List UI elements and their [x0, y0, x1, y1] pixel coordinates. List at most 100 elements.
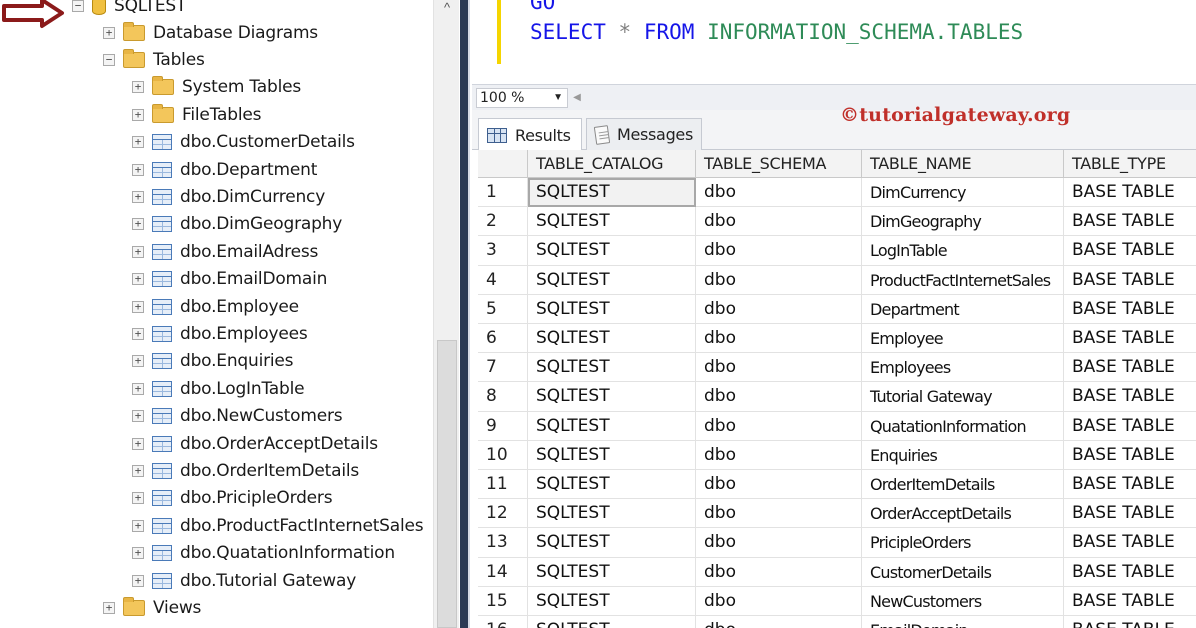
grid-cell[interactable]: SQLTEST [528, 557, 696, 587]
tree-node[interactable]: + FileTables [132, 101, 261, 128]
grid-cell[interactable]: SQLTEST [528, 236, 696, 266]
grid-cell[interactable]: EmailDomain [862, 616, 1064, 628]
tree-node[interactable]: + dbo.Tutorial Gateway [132, 567, 356, 594]
tree-node[interactable]: + System Tables [132, 74, 301, 101]
column-header[interactable]: TABLE_TYPE [1064, 150, 1196, 178]
expand-toggle-icon[interactable]: + [132, 136, 144, 149]
row-header[interactable]: 10 [478, 440, 528, 470]
expand-toggle-icon[interactable]: + [132, 190, 144, 203]
grid-cell[interactable]: SQLTEST [528, 470, 696, 500]
grid-cell[interactable]: SQLTEST [528, 499, 696, 529]
grid-cell[interactable]: DimGeography [862, 207, 1064, 237]
grid-cell[interactable]: NewCustomers [862, 586, 1064, 616]
row-header[interactable]: 12 [478, 499, 528, 529]
expand-toggle-icon[interactable]: + [132, 81, 144, 94]
tree-node[interactable]: − Tables [103, 46, 205, 73]
grid-cell[interactable]: BASE TABLE [1064, 236, 1196, 266]
tree-node[interactable]: + dbo.PricipleOrders [132, 485, 333, 512]
expand-toggle-icon[interactable]: + [132, 218, 144, 231]
row-header[interactable]: 14 [478, 557, 528, 587]
tree-scrollbar[interactable]: ^ [433, 0, 459, 628]
grid-cell[interactable]: dbo [696, 557, 862, 587]
zoom-dropdown[interactable]: 100 % ▼ [476, 88, 568, 108]
row-header[interactable]: 5 [478, 294, 528, 324]
scroll-left-icon[interactable]: ◀ [570, 88, 584, 108]
grid-cell[interactable]: dbo [696, 411, 862, 441]
grid-cell[interactable]: SQLTEST [528, 440, 696, 470]
grid-cell[interactable]: dbo [696, 294, 862, 324]
grid-cell[interactable]: OrderItemDetails [862, 470, 1064, 500]
expand-toggle-icon[interactable]: + [132, 355, 144, 368]
column-header[interactable]: TABLE_SCHEMA [696, 150, 862, 178]
row-header[interactable]: 9 [478, 411, 528, 441]
results-grid[interactable]: TABLE_CATALOG TABLE_SCHEMA TABLE_NAME TABLE… [478, 150, 1196, 628]
tree-node[interactable]: + dbo.Employees [132, 320, 308, 347]
grid-cell[interactable]: BASE TABLE [1064, 178, 1196, 208]
tree-node[interactable]: + dbo.LogInTable [132, 375, 305, 402]
tree-node[interactable]: + dbo.CustomerDetails [132, 129, 355, 156]
grid-cell[interactable]: SQLTEST [528, 265, 696, 295]
row-header[interactable]: 8 [478, 382, 528, 412]
tree-node[interactable]: + dbo.EmailAdress [132, 238, 318, 265]
tree-node[interactable]: + dbo.Employee [132, 293, 299, 320]
tree-node[interactable]: + dbo.ProductFactInternetSales [132, 512, 424, 539]
grid-cell[interactable]: BASE TABLE [1064, 470, 1196, 500]
grid-cell[interactable]: dbo [696, 440, 862, 470]
grid-cell[interactable]: SQLTEST [528, 207, 696, 237]
expand-toggle-icon[interactable]: + [132, 300, 144, 313]
query-editor[interactable]: GO SELECT * FROM INFORMATION_SCHEMA.TABL… [472, 0, 1196, 84]
tree-node[interactable]: + dbo.OrderAcceptDetails [132, 430, 378, 457]
tree-node[interactable]: + dbo.Enquiries [132, 348, 294, 375]
collapse-toggle-icon[interactable]: − [103, 53, 115, 66]
row-header[interactable]: 2 [478, 207, 528, 237]
pane-splitter[interactable] [460, 0, 470, 628]
grid-cell[interactable]: ProductFactInternetSales [862, 265, 1064, 295]
scrollbar-thumb[interactable] [437, 340, 457, 628]
tree-node[interactable]: + dbo.NewCustomers [132, 403, 343, 430]
expand-toggle-icon[interactable]: + [103, 26, 115, 39]
expand-toggle-icon[interactable]: + [132, 245, 144, 258]
tab-results[interactable]: Results [478, 118, 582, 151]
tree-node[interactable]: + dbo.QuatationInformation [132, 540, 395, 567]
grid-cell[interactable]: SQLTEST [528, 178, 696, 208]
grid-cell[interactable]: Employees [862, 353, 1064, 383]
expand-toggle-icon[interactable]: + [132, 327, 144, 340]
grid-cell[interactable]: BASE TABLE [1064, 616, 1196, 628]
grid-cell[interactable]: BASE TABLE [1064, 382, 1196, 412]
tree-node[interactable]: + Database Diagrams [103, 19, 318, 46]
column-header[interactable]: TABLE_CATALOG [528, 150, 696, 178]
column-header[interactable]: TABLE_NAME [862, 150, 1064, 178]
grid-cell[interactable]: dbo [696, 528, 862, 558]
grid-cell[interactable]: SQLTEST [528, 382, 696, 412]
expand-toggle-icon[interactable]: + [132, 410, 144, 423]
row-header[interactable]: 4 [478, 265, 528, 295]
expand-toggle-icon[interactable]: + [132, 547, 144, 560]
grid-cell[interactable]: SQLTEST [528, 586, 696, 616]
grid-cell[interactable]: BASE TABLE [1064, 412, 1196, 441]
grid-cell[interactable]: dbo [696, 616, 862, 628]
expand-toggle-icon[interactable]: + [103, 601, 115, 614]
grid-cell[interactable]: CustomerDetails [862, 557, 1064, 587]
grid-cell[interactable]: BASE TABLE [1064, 528, 1196, 558]
grid-cell[interactable]: QuatationInformation [862, 411, 1064, 441]
tree-node[interactable]: + dbo.OrderItemDetails [132, 457, 359, 484]
row-header[interactable]: 1 [478, 178, 528, 208]
expand-toggle-icon[interactable]: + [132, 108, 144, 121]
tree-node[interactable]: + dbo.Department [132, 156, 317, 183]
grid-cell[interactable]: Employee [862, 324, 1064, 354]
tree-node[interactable]: + dbo.EmailDomain [132, 266, 327, 293]
grid-cell[interactable]: DimCurrency [862, 178, 1064, 208]
grid-cell[interactable]: dbo [696, 382, 862, 412]
row-header[interactable]: 6 [478, 324, 528, 354]
grid-cell[interactable]: dbo [696, 353, 862, 383]
row-header[interactable]: 13 [478, 528, 528, 558]
tree-node[interactable]: + dbo.DimCurrency [132, 183, 325, 210]
grid-cell[interactable]: SQLTEST [528, 294, 696, 324]
grid-cell[interactable]: Department [862, 294, 1064, 324]
grid-cell[interactable]: Enquiries [862, 440, 1064, 470]
collapse-toggle-icon[interactable]: − [72, 0, 84, 12]
row-header[interactable]: 3 [478, 236, 528, 266]
row-header[interactable]: 11 [478, 470, 528, 500]
grid-cell[interactable]: SQLTEST [528, 528, 696, 558]
grid-cell[interactable]: OrderAcceptDetails [862, 499, 1064, 529]
